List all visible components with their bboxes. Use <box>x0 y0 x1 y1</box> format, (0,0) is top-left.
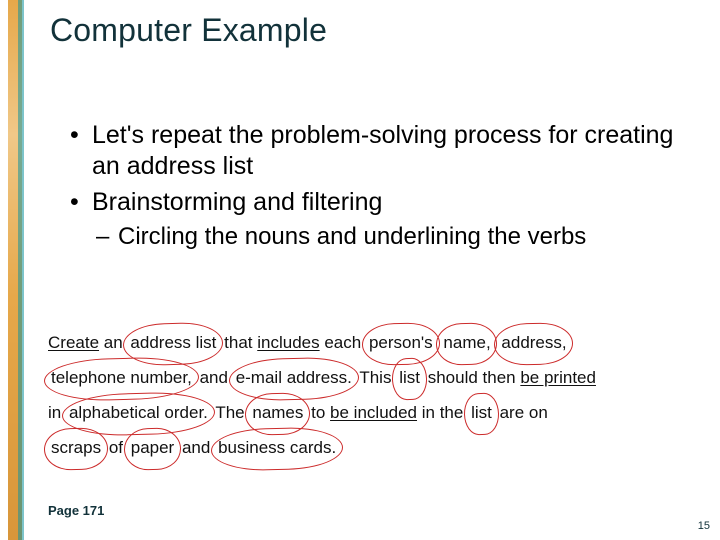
teal-bar <box>18 0 24 540</box>
word-each: each <box>324 333 361 352</box>
verb-be-printed: be printed <box>520 368 596 387</box>
word-of: of <box>109 438 123 457</box>
noun-telephone-number: telephone number, <box>48 361 195 396</box>
word-in: in <box>48 403 61 422</box>
noun-list-2: list <box>468 396 495 431</box>
noun-names: names <box>249 396 306 431</box>
verb-create: Create <box>48 333 99 352</box>
noun-address: address, <box>498 326 569 361</box>
word-an: an <box>104 333 123 352</box>
bullet-list: Let's repeat the problem-solving process… <box>70 120 680 252</box>
word-to: to <box>311 403 325 422</box>
problem-line-3: in alphabetical order. The names to be i… <box>48 396 662 431</box>
sub-bullet-1: Circling the nouns and underlining the v… <box>70 222 680 252</box>
noun-address-list: address list <box>127 326 219 361</box>
verb-includes: includes <box>257 333 319 352</box>
word-should-then: should then <box>428 368 516 387</box>
verb-be-included: be included <box>330 403 417 422</box>
noun-list-1: list <box>396 361 423 396</box>
word-that: that <box>224 333 252 352</box>
bullet-item-2: Brainstorming and filtering <box>70 187 680 218</box>
problem-line-4: scraps of paper and business cards. <box>48 431 662 466</box>
bullet-item-1: Let's repeat the problem-solving process… <box>70 120 680 183</box>
noun-name: name, <box>440 326 493 361</box>
slide-title: Computer Example <box>50 12 327 49</box>
noun-business-cards: business cards. <box>215 431 339 466</box>
noun-paper: paper <box>128 431 177 466</box>
noun-alphabetical-order: alphabetical order. <box>66 396 211 431</box>
noun-persons: person's <box>366 326 436 361</box>
problem-statement: Create an address list that includes eac… <box>48 326 662 465</box>
problem-line-1: Create an address list that includes eac… <box>48 326 662 361</box>
word-and-1: and <box>200 368 228 387</box>
page-reference: Page 171 <box>48 503 104 518</box>
word-the: The <box>215 403 244 422</box>
noun-email-address: e-mail address. <box>233 361 355 396</box>
word-and-2: and <box>182 438 210 457</box>
word-in-the: in the <box>422 403 464 422</box>
left-decorative-stripe <box>0 0 24 540</box>
noun-scraps: scraps <box>48 431 104 466</box>
word-are-on: are on <box>500 403 548 422</box>
problem-line-2: telephone number, and e-mail address. Th… <box>48 361 662 396</box>
slide-number: 15 <box>698 520 710 532</box>
word-this: This <box>359 368 391 387</box>
